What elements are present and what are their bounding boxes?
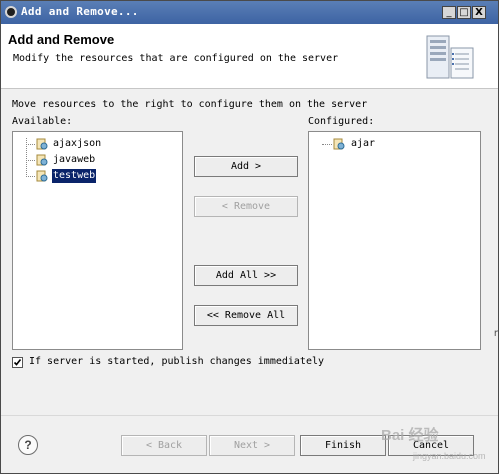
- checkmark-icon: [13, 359, 22, 366]
- list-item-available-1[interactable]: javaweb: [13, 153, 173, 167]
- available-label: Available:: [12, 116, 73, 127]
- page-title: Add and Remove: [8, 32, 115, 47]
- add-all-button[interactable]: Add All >>: [194, 265, 298, 286]
- watermark-url: jingyan.baidu.com: [413, 451, 486, 461]
- configured-item-label: ajar: [351, 138, 376, 149]
- configured-label: Configured:: [308, 116, 375, 127]
- next-button[interactable]: Next >: [209, 435, 295, 456]
- web-project-icon: [36, 138, 48, 150]
- instruction-text: Move resources to the right to configure…: [12, 99, 368, 110]
- eclipse-icon: [5, 6, 17, 18]
- available-item-label: ajaxjson: [53, 138, 102, 149]
- web-project-icon: [333, 138, 345, 150]
- footer-separator: [1, 415, 498, 416]
- available-item-label: testweb: [52, 169, 97, 183]
- publish-label: If server is started, publish changes im…: [29, 356, 325, 367]
- close-button[interactable]: X: [472, 6, 486, 19]
- dialog-header: Add and Remove Modify the resources that…: [1, 24, 498, 89]
- maximize-button[interactable]: □: [457, 6, 471, 19]
- help-button[interactable]: ?: [18, 435, 38, 455]
- page-description: Modify the resources that are configured…: [13, 53, 339, 64]
- list-item-available-2[interactable]: testweb: [13, 169, 173, 183]
- watermark: Bai 经验: [381, 427, 439, 444]
- available-item-label: javaweb: [53, 154, 96, 165]
- configured-list[interactable]: ajar: [308, 131, 481, 350]
- remove-button[interactable]: < Remove: [194, 196, 298, 217]
- list-item-configured-0[interactable]: ajar: [309, 137, 469, 151]
- web-project-icon: [36, 170, 48, 182]
- finish-button[interactable]: Finish: [300, 435, 386, 456]
- add-button[interactable]: Add >: [194, 156, 298, 177]
- back-button[interactable]: < Back: [121, 435, 207, 456]
- edge-glyph: r: [493, 328, 500, 339]
- window-title: Add and Remove...: [21, 5, 139, 18]
- remove-all-button[interactable]: << Remove All: [194, 305, 298, 326]
- list-item-available-0[interactable]: ajaxjson: [13, 137, 173, 151]
- available-list[interactable]: ajaxjson javaweb testweb: [12, 131, 183, 350]
- web-project-icon: [36, 154, 48, 166]
- minimize-button[interactable]: _: [442, 6, 456, 19]
- publish-checkbox[interactable]: [12, 357, 23, 368]
- server-config-icon: [426, 35, 474, 79]
